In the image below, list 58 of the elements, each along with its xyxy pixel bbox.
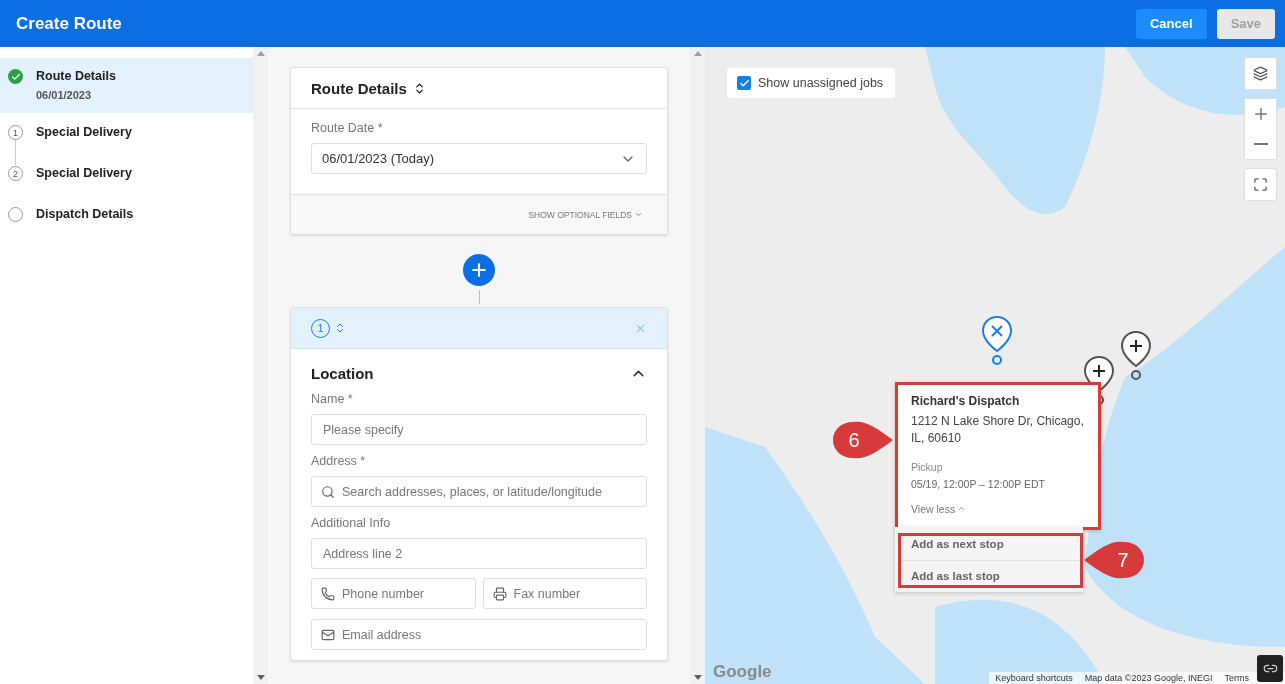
step-date: 06/01/2023: [36, 89, 93, 101]
step-item[interactable]: 1 Special Delivery: [0, 113, 253, 154]
step-item[interactable]: 2 Special Delivery: [0, 154, 253, 195]
link-button[interactable]: [1257, 655, 1283, 682]
phone-icon: [321, 587, 335, 601]
step-title: Route Details: [36, 69, 116, 83]
fullscreen-icon: [1253, 177, 1268, 192]
input-field[interactable]: Please specify: [311, 414, 647, 445]
add-stop-button[interactable]: [463, 254, 495, 286]
connector-line: [15, 140, 16, 165]
step-number: 1: [8, 125, 23, 140]
location-address: 1212 N Lake Shore Dr, Chicago, IL, 60610: [911, 413, 1085, 447]
connector-line: [478, 290, 480, 304]
search-icon: [321, 485, 335, 499]
scrollbar[interactable]: [253, 47, 268, 684]
stop-type: Pickup: [911, 460, 944, 473]
step-number: 2: [8, 166, 23, 181]
page-title: Create Route: [16, 13, 123, 34]
checkbox-label: Show unassigned jobs: [758, 76, 884, 90]
layers-icon: [1253, 66, 1268, 81]
input-field[interactable]: Search addresses, places, or latitude/longitude: [311, 476, 647, 507]
layers-button[interactable]: [1244, 57, 1277, 90]
field-label: Route Date *: [311, 121, 384, 135]
chevron-down-icon: [634, 210, 643, 219]
step-title: Dispatch Details: [36, 207, 134, 221]
map-logo: Google: [713, 662, 772, 682]
input-field[interactable]: Email address: [311, 619, 647, 650]
map-footer-link[interactable]: Terms: [1218, 672, 1255, 684]
step-title: Special Delivery: [36, 125, 132, 139]
input-field[interactable]: Phone number: [311, 578, 476, 609]
map-footer-link[interactable]: Map data ©2023 Google, INEGI: [1078, 672, 1219, 684]
card-title: Route Details: [311, 79, 407, 97]
date-select[interactable]: 06/01/2023 (Today): [311, 143, 647, 174]
input-field[interactable]: Address line 2: [311, 538, 647, 569]
map-pin-icon[interactable]: [1120, 330, 1152, 382]
minus-icon: [1253, 143, 1268, 145]
scrollbar[interactable]: [690, 47, 705, 684]
callout-badge: 7: [1084, 540, 1146, 580]
show-unassigned-toggle[interactable]: Show unassigned jobs: [727, 68, 896, 98]
step-title: Special Delivery: [36, 166, 132, 180]
plus-icon: [469, 260, 489, 280]
field-label: Address *: [311, 454, 367, 468]
step-item[interactable]: Dispatch Details: [0, 195, 253, 236]
input-field[interactable]: Fax number: [482, 578, 647, 609]
view-less-link[interactable]: View less: [911, 502, 967, 515]
checkbox[interactable]: [737, 76, 751, 90]
show-optional-fields-link[interactable]: SHOW OPTIONAL FIELDS: [528, 209, 643, 220]
time-window: 05/19, 12:00P – 12:00P EDT: [911, 477, 1085, 490]
map-footer-link[interactable]: Keyboard shortcuts: [989, 672, 1079, 684]
field-label: Additional Info: [311, 516, 392, 530]
location-name: Richard's Dispatch: [911, 394, 1021, 408]
section-title: Location: [311, 365, 374, 382]
callout-badge: 6: [831, 420, 893, 460]
envelope-icon: [321, 628, 335, 642]
field-label: Name *: [311, 392, 354, 406]
step-item[interactable]: Route Details 06/01/2023: [0, 58, 253, 113]
printer-icon: [492, 587, 507, 601]
fullscreen-button[interactable]: [1244, 168, 1277, 201]
